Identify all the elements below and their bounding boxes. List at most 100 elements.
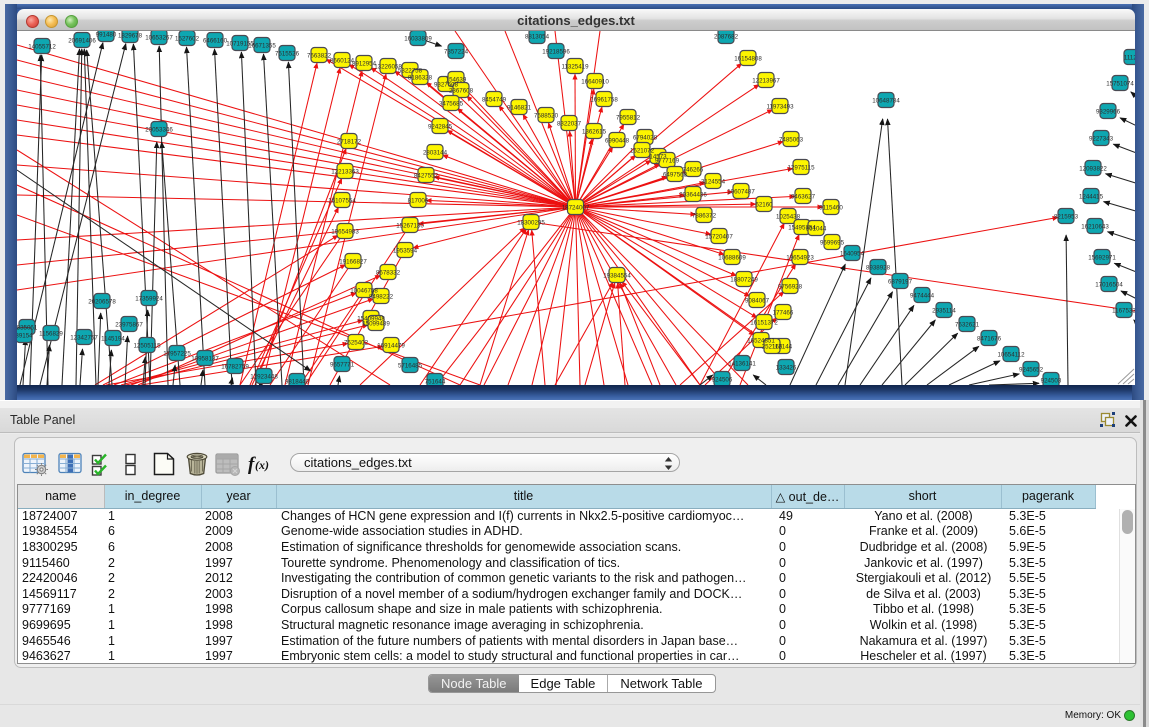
svg-text:9474444: 9474444	[910, 293, 935, 300]
svg-text:12213967: 12213967	[752, 78, 780, 85]
svg-text:2718172: 2718172	[337, 139, 362, 146]
svg-text:12093822: 12093822	[1079, 166, 1107, 173]
svg-text:11325419: 11325419	[561, 64, 589, 71]
svg-text:7632621: 7632621	[955, 322, 980, 329]
svg-text:8471676: 8471676	[977, 336, 1002, 343]
svg-text:6990448: 6990448	[605, 138, 630, 145]
svg-text:961044: 961044	[806, 226, 827, 233]
svg-text:11124: 11124	[1124, 55, 1135, 62]
svg-text:8938928: 8938928	[866, 265, 891, 272]
svg-text:17957225: 17957225	[163, 351, 191, 358]
svg-text:6466160: 6466160	[203, 38, 228, 45]
svg-text:8678332: 8678332	[376, 270, 401, 277]
svg-text:19166827: 19166827	[339, 259, 367, 266]
svg-text:16154808: 16154808	[734, 56, 762, 63]
svg-text:9463627: 9463627	[791, 194, 816, 201]
svg-text:5322758: 5322758	[398, 68, 423, 75]
svg-text:14055712: 14055712	[28, 44, 56, 51]
svg-text:9329966: 9329966	[1096, 109, 1121, 116]
svg-text:817006: 817006	[408, 198, 429, 205]
svg-text:1145194: 1145194	[101, 336, 125, 343]
svg-text:17359924: 17359924	[135, 296, 163, 303]
svg-text:991480: 991480	[96, 32, 117, 39]
svg-text:(x): (x)	[255, 458, 269, 472]
svg-text:20053346: 20053346	[145, 127, 173, 134]
svg-text:835061: 835061	[17, 325, 38, 332]
svg-text:9756928: 9756928	[778, 284, 803, 291]
svg-text:8660124: 8660124	[330, 58, 355, 65]
svg-text:16210643: 16210643	[1081, 224, 1109, 231]
svg-text:1829678: 1829678	[118, 33, 143, 40]
svg-text:16782759: 16782759	[221, 364, 249, 371]
svg-text:12342757: 12342757	[70, 335, 98, 342]
svg-text:9777169: 9777169	[655, 158, 680, 165]
svg-text:15720407: 15720407	[705, 234, 733, 241]
svg-text:12975115: 12975115	[787, 165, 815, 172]
svg-text:16107554: 16107554	[328, 198, 356, 205]
svg-text:924503: 924503	[1041, 378, 1062, 385]
svg-text:7625402: 7625402	[344, 340, 369, 347]
svg-text:18300295: 18300295	[517, 220, 545, 227]
svg-text:1156829: 1156829	[39, 331, 63, 338]
svg-text:8454749: 8454749	[482, 97, 507, 104]
svg-text:10958137: 10958137	[191, 356, 219, 363]
svg-text:9657771: 9657771	[330, 362, 355, 369]
svg-text:8427552: 8427552	[414, 173, 439, 180]
svg-text:20206578: 20206578	[88, 299, 116, 306]
svg-text:18724007: 18724007	[562, 205, 590, 212]
svg-text:17016504: 17016504	[1095, 282, 1123, 289]
svg-text:16914479: 16914479	[377, 343, 405, 350]
svg-text:8215953: 8215953	[1054, 214, 1079, 221]
svg-text:7485063: 7485063	[779, 137, 804, 144]
svg-text:6794028: 6794028	[633, 135, 658, 142]
svg-text:15751074: 15751074	[1106, 81, 1134, 88]
svg-text:1527602: 1527602	[175, 36, 200, 43]
svg-text:8912954: 8912954	[352, 61, 377, 68]
svg-text:10607487: 10607487	[727, 189, 755, 196]
svg-text:12213363: 12213363	[331, 169, 359, 176]
svg-text:7886372: 7886372	[692, 213, 717, 220]
svg-text:7588520: 7588520	[534, 113, 559, 120]
svg-text:3124554: 3124554	[701, 179, 726, 186]
svg-text:16151372: 16151372	[750, 320, 778, 327]
svg-text:7515526: 7515526	[275, 51, 300, 58]
svg-text:14136141: 14136141	[728, 361, 756, 368]
svg-text:9818440: 9818440	[285, 379, 310, 386]
svg-text:23975867: 23975867	[115, 322, 143, 329]
svg-text:1953594: 1953594	[393, 248, 418, 255]
svg-text:133426: 133426	[776, 365, 797, 372]
svg-text:8322037: 8322037	[557, 121, 582, 128]
svg-text:1167533: 1167533	[1112, 308, 1135, 315]
svg-text:9699695: 9699695	[820, 240, 845, 247]
svg-text:2367608: 2367608	[449, 88, 474, 95]
svg-text:1244415: 1244415	[1079, 194, 1104, 201]
svg-text:16033809: 16033809	[404, 36, 432, 43]
svg-text:9245652: 9245652	[1019, 367, 1044, 374]
svg-text:2087682: 2087682	[714, 34, 739, 41]
svg-text:11973493: 11973493	[766, 104, 794, 111]
svg-text:9146821: 9146821	[507, 105, 532, 112]
svg-text:62160: 62160	[755, 202, 773, 209]
svg-text:16640910: 16640910	[581, 79, 609, 86]
svg-text:10654112: 10654112	[997, 352, 1025, 359]
svg-text:8498222: 8498222	[369, 294, 394, 301]
svg-text:9227343: 9227343	[1089, 136, 1114, 143]
svg-text:15692971: 15692971	[1088, 255, 1116, 262]
svg-text:7357224: 7357224	[444, 49, 469, 56]
svg-text:8813054: 8813054	[525, 34, 550, 41]
svg-text:9242845: 9242845	[428, 124, 453, 131]
svg-text:19654923: 19654923	[786, 255, 814, 262]
svg-text:39154: 39154	[17, 333, 33, 340]
svg-text:12505115: 12505115	[133, 343, 161, 350]
svg-text:10653267: 10653267	[145, 35, 173, 42]
svg-text:16671355: 16671355	[248, 43, 276, 50]
svg-text:12923448: 12923448	[250, 374, 278, 381]
svg-text:19654983: 19654983	[331, 229, 359, 236]
svg-text:16961758: 16961758	[590, 97, 618, 104]
svg-text:1640954: 1640954	[840, 251, 865, 258]
svg-text:2935114: 2935114	[932, 308, 956, 315]
svg-text:10648784: 10648784	[872, 98, 900, 105]
svg-text:19384554: 19384554	[603, 273, 631, 280]
svg-text:1025438: 1025438	[776, 214, 801, 221]
svg-text:15099489: 15099489	[362, 321, 390, 328]
